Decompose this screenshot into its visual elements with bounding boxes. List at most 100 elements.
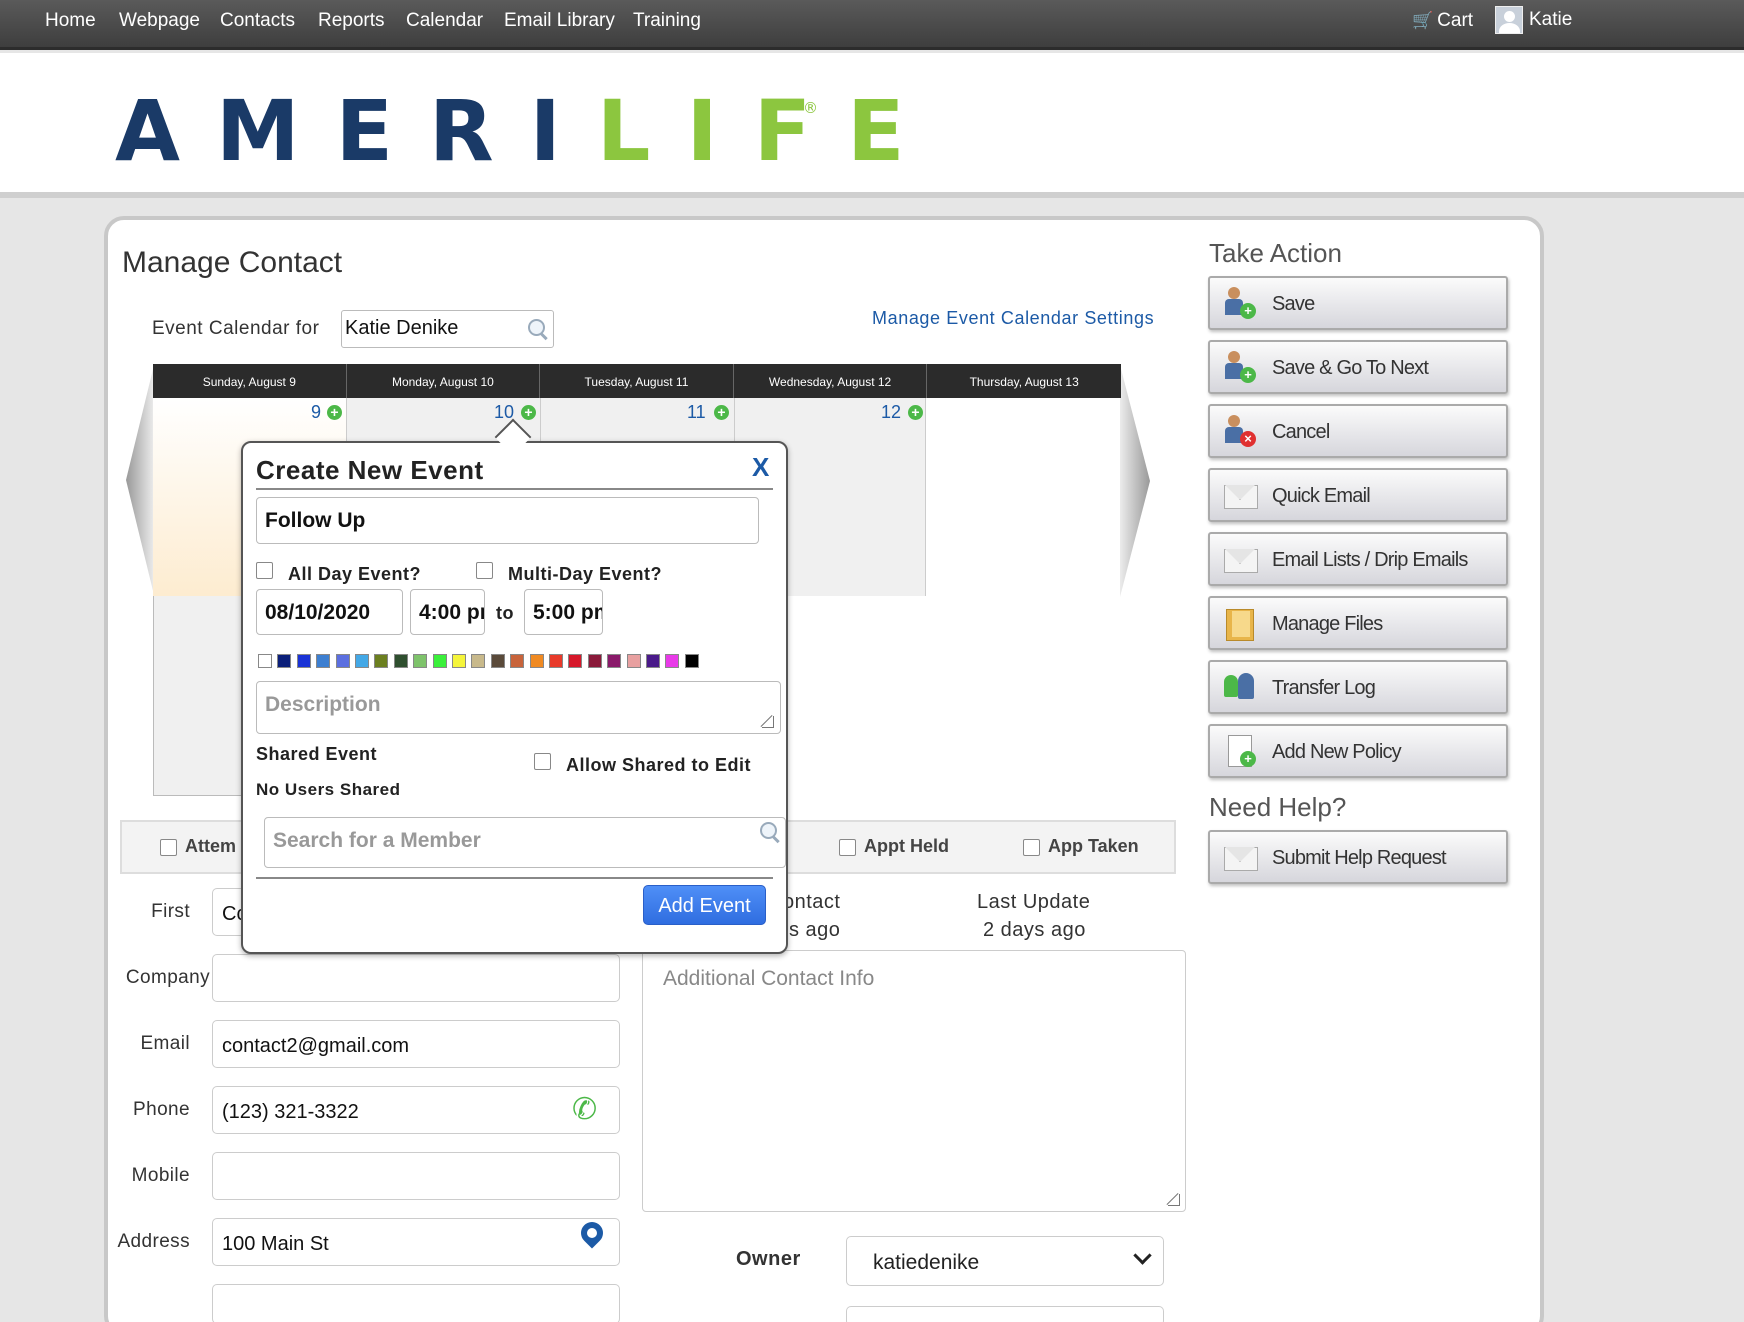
search-icon[interactable] bbox=[528, 319, 548, 339]
resize-handle-icon[interactable] bbox=[1168, 1194, 1180, 1206]
cancel-button[interactable]: × Cancel bbox=[1208, 404, 1508, 458]
search-member-input[interactable]: Search for a Member bbox=[264, 817, 786, 868]
company-input[interactable] bbox=[212, 954, 620, 1002]
phone-input[interactable]: (123) 321-3322 bbox=[212, 1086, 620, 1134]
allow-shared-edit-checkbox[interactable] bbox=[534, 753, 551, 770]
nav-email-library[interactable]: Email Library bbox=[504, 10, 615, 32]
event-calendar-user-value: Katie Denike bbox=[345, 317, 459, 339]
shared-event-label: Shared Event bbox=[256, 744, 378, 764]
color-swatch[interactable] bbox=[646, 654, 660, 668]
logo-part2: LIFE bbox=[596, 82, 941, 180]
secondary-select[interactable] bbox=[846, 1306, 1164, 1322]
add-new-policy-button[interactable]: + Add New Policy bbox=[1208, 724, 1508, 778]
email-lists-label: Email Lists / Drip Emails bbox=[1272, 549, 1468, 571]
color-swatch[interactable] bbox=[587, 654, 602, 668]
top-nav-bar: Home Webpage Contacts Reports Calendar E… bbox=[0, 0, 1744, 50]
color-swatch[interactable] bbox=[490, 654, 505, 668]
color-swatch[interactable] bbox=[568, 654, 583, 668]
color-swatch[interactable] bbox=[684, 654, 699, 668]
last-contact-label: ontact bbox=[783, 891, 841, 913]
day-number[interactable]: 11 bbox=[687, 402, 706, 423]
header: AMERILIFE ® bbox=[0, 53, 1744, 198]
day-number[interactable]: 12 bbox=[881, 402, 901, 423]
add-event-plus-icon[interactable]: + bbox=[521, 405, 536, 420]
nav-contacts[interactable]: Contacts bbox=[220, 10, 295, 32]
transfer-log-button[interactable]: Transfer Log bbox=[1208, 660, 1508, 714]
address-input[interactable]: 100 Main St bbox=[212, 1218, 620, 1266]
appt-held-checkbox[interactable]: Appt Held bbox=[839, 836, 949, 857]
close-icon[interactable]: X bbox=[752, 452, 769, 483]
resize-handle-icon[interactable] bbox=[762, 716, 774, 728]
color-swatch[interactable] bbox=[316, 654, 331, 668]
start-time-input[interactable]: 4:00 pm bbox=[410, 589, 485, 635]
quick-email-button[interactable]: Quick Email bbox=[1208, 468, 1508, 522]
envelope-icon bbox=[1224, 841, 1258, 875]
search-icon[interactable] bbox=[760, 822, 780, 842]
event-calendar-user-input[interactable]: Katie Denike bbox=[341, 310, 554, 348]
email-input[interactable]: contact2@gmail.com bbox=[212, 1020, 620, 1068]
color-swatch[interactable] bbox=[665, 654, 680, 668]
chevron-down-icon bbox=[1133, 1246, 1152, 1265]
document-add-icon: + bbox=[1224, 735, 1258, 769]
manage-calendar-settings-link[interactable]: Manage Event Calendar Settings bbox=[872, 308, 1154, 329]
nav-calendar[interactable]: Calendar bbox=[406, 10, 483, 32]
owner-select[interactable]: katiedenike bbox=[846, 1236, 1164, 1286]
address-line2-input[interactable] bbox=[212, 1284, 620, 1322]
email-lists-button[interactable]: Email Lists / Drip Emails bbox=[1208, 532, 1508, 586]
add-event-plus-icon[interactable]: + bbox=[908, 405, 923, 420]
manage-files-button[interactable]: Manage Files bbox=[1208, 596, 1508, 650]
color-swatch[interactable] bbox=[626, 654, 641, 668]
logo-part1: AMERI bbox=[115, 82, 597, 180]
submit-help-request-button[interactable]: Submit Help Request bbox=[1208, 830, 1508, 884]
add-event-button[interactable]: Add Event bbox=[643, 885, 766, 925]
nav-webpage[interactable]: Webpage bbox=[119, 10, 200, 32]
color-swatch[interactable] bbox=[549, 654, 563, 668]
calendar-day-header: Wednesday, August 12 bbox=[734, 364, 928, 398]
attempted-checkbox[interactable]: Attem bbox=[160, 836, 236, 857]
color-swatch[interactable] bbox=[258, 654, 272, 668]
event-title-input[interactable]: Follow Up bbox=[256, 497, 759, 544]
user-menu[interactable]: Katie bbox=[1495, 6, 1572, 36]
manage-files-label: Manage Files bbox=[1272, 613, 1383, 635]
folder-icon bbox=[1224, 607, 1258, 641]
multi-day-checkbox[interactable] bbox=[476, 562, 493, 579]
first-name-label: First bbox=[151, 901, 190, 922]
color-swatch[interactable] bbox=[529, 654, 544, 668]
checkbox-icon[interactable] bbox=[1023, 838, 1040, 856]
mobile-input[interactable] bbox=[212, 1152, 620, 1200]
phone-call-icon[interactable]: ✆ bbox=[572, 1092, 597, 1127]
cart-link[interactable]: 🛒 Cart bbox=[1412, 10, 1473, 32]
save-go-next-button[interactable]: + Save & Go To Next bbox=[1208, 340, 1508, 394]
company-label: Company bbox=[125, 967, 210, 988]
color-swatch[interactable] bbox=[393, 654, 408, 668]
color-swatch[interactable] bbox=[335, 654, 350, 668]
color-swatch[interactable] bbox=[471, 654, 486, 668]
event-date-input[interactable]: 08/10/2020 bbox=[256, 589, 403, 635]
checkbox-icon[interactable] bbox=[839, 838, 856, 856]
day-number[interactable]: 9 bbox=[311, 402, 321, 423]
add-event-plus-icon[interactable]: + bbox=[327, 405, 342, 420]
color-swatch[interactable] bbox=[374, 654, 389, 668]
color-swatch[interactable] bbox=[510, 654, 525, 668]
app-taken-checkbox[interactable]: App Taken bbox=[1023, 836, 1139, 857]
save-button[interactable]: + Save bbox=[1208, 276, 1508, 330]
envelope-icon bbox=[1224, 479, 1258, 513]
nav-home[interactable]: Home bbox=[45, 10, 96, 32]
color-swatch[interactable] bbox=[296, 654, 311, 668]
add-event-plus-icon[interactable]: + bbox=[714, 405, 729, 420]
all-day-checkbox[interactable] bbox=[256, 562, 273, 579]
color-swatch[interactable] bbox=[452, 654, 466, 668]
nav-reports[interactable]: Reports bbox=[318, 10, 385, 32]
add-new-policy-label: Add New Policy bbox=[1272, 741, 1402, 763]
color-swatch[interactable] bbox=[432, 654, 447, 668]
additional-contact-info-textarea[interactable]: Additional Contact Info bbox=[642, 950, 1186, 1212]
end-time-input[interactable]: 5:00 pm bbox=[524, 589, 603, 635]
description-textarea[interactable]: Description bbox=[256, 681, 781, 734]
color-swatch[interactable] bbox=[277, 654, 292, 668]
color-swatch[interactable] bbox=[355, 654, 369, 668]
cart-icon: 🛒 bbox=[1412, 11, 1434, 30]
color-swatch[interactable] bbox=[607, 654, 622, 668]
color-swatch[interactable] bbox=[413, 654, 428, 668]
checkbox-icon[interactable] bbox=[160, 838, 177, 856]
nav-training[interactable]: Training bbox=[633, 10, 701, 32]
